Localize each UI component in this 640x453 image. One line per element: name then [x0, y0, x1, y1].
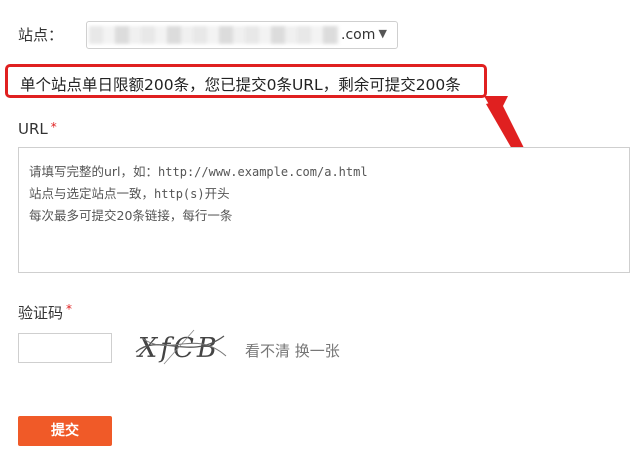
- captcha-input[interactable]: [18, 333, 112, 363]
- placeholder-line-3: 每次最多可提交20条链接，每行一条: [29, 208, 233, 223]
- captcha-image[interactable]: XfCB: [134, 326, 230, 366]
- required-mark: *: [66, 302, 73, 316]
- url-label: URL *: [18, 120, 57, 138]
- url-placeholder: 请填写完整的url，如：http://www.example.com/a.htm…: [29, 161, 368, 226]
- required-mark: *: [50, 120, 57, 134]
- captcha-refresh-link[interactable]: 看不清 换一张: [245, 340, 340, 361]
- placeholder-line-2: 站点与选定站点一致，http(s)开头: [29, 186, 230, 201]
- placeholder-line-1: 请填写完整的url，如：http://www.example.com/a.htm…: [29, 164, 368, 179]
- url-textarea[interactable]: 请填写完整的url，如：http://www.example.com/a.htm…: [18, 147, 630, 273]
- submit-button[interactable]: 提交: [18, 416, 112, 446]
- url-label-text: URL: [18, 120, 48, 138]
- captcha-label-text: 验证码: [18, 304, 64, 322]
- captcha-label: 验证码 *: [18, 302, 72, 323]
